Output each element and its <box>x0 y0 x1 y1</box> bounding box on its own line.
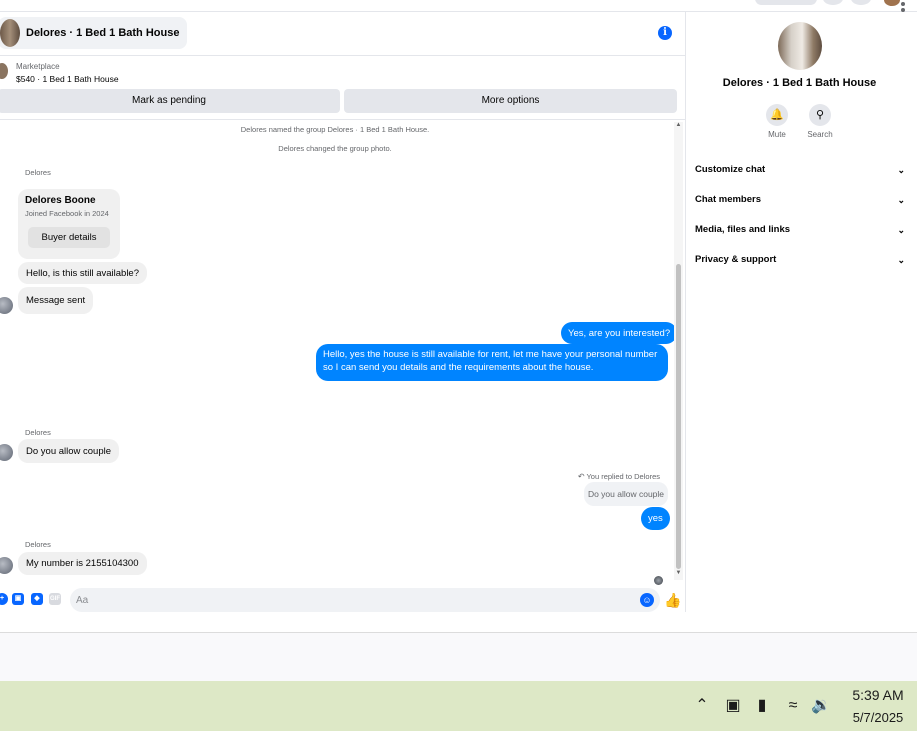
conversation-title-button[interactable]: Delores · 1 Bed 1 Bath House <box>0 17 188 49</box>
panel-title: Delores · 1 Bed 1 Bath House <box>722 77 877 89</box>
chevron-down-icon: ⌄ <box>897 255 905 265</box>
wifi-icon[interactable]: ≈ <box>782 695 804 717</box>
system-message: Delores named the group Delores · 1 Bed … <box>240 125 430 134</box>
page-footer-area <box>0 632 917 681</box>
conversation-header: Delores · 1 Bed 1 Bath House i <box>0 12 685 56</box>
clock-date[interactable]: 5/7/2025 <box>840 710 916 725</box>
sender-avatar <box>0 557 13 574</box>
search-button[interactable]: ⚲ Search <box>800 104 840 139</box>
quoted-message[interactable]: Do you allow couple <box>584 482 668 506</box>
emoji-icon[interactable]: ☺ <box>640 593 654 607</box>
header-circle-button[interactable] <box>851 0 871 5</box>
message-bubble-outgoing[interactable]: yes <box>641 507 670 530</box>
message-bubble-outgoing[interactable]: Hello, yes the house is still available … <box>316 344 668 381</box>
mute-label: Mute <box>768 130 786 139</box>
like-icon[interactable]: 👍 <box>664 592 681 608</box>
chat-info-panel: Delores · 1 Bed 1 Bath House 🔔 Mute ⚲ Se… <box>685 12 912 612</box>
more-options-button[interactable]: More options <box>344 89 677 113</box>
panel-item-label: Privacy & support <box>695 254 777 265</box>
panel-item-label: Customize chat <box>695 164 766 175</box>
group-avatar[interactable] <box>778 22 822 70</box>
sender-name: Delores <box>25 540 51 549</box>
header-circle-button[interactable] <box>823 0 843 5</box>
panel-item-label: Media, files and links <box>695 224 791 235</box>
panel-item-privacy-support[interactable]: Privacy & support ⌄ <box>695 250 905 270</box>
listing-summary: $540 · 1 Bed 1 Bath House <box>16 74 119 84</box>
sender-name: Delores <box>25 168 51 177</box>
reply-indicator: ↶ You replied to Delores <box>572 472 660 481</box>
conversation-avatar <box>0 19 20 47</box>
system-message: Delores changed the group photo. <box>278 144 392 153</box>
header-button[interactable] <box>755 0 817 5</box>
mute-button[interactable]: 🔔 Mute <box>757 104 797 139</box>
chevron-down-icon: ⌄ <box>897 195 905 205</box>
panel-item-customize-chat[interactable]: Customize chat ⌄ <box>695 160 905 180</box>
sender-avatar <box>0 444 13 461</box>
message-input[interactable] <box>76 591 636 609</box>
gif-icon[interactable]: GIF <box>49 593 61 605</box>
listing-thumbnail <box>0 63 8 79</box>
chevron-down-icon: ⌄ <box>897 165 905 175</box>
clock-time[interactable]: 5:39 AM <box>840 687 916 703</box>
show-hidden-icons-chevron-icon[interactable]: ⌃ <box>691 695 713 717</box>
buyer-card: Delores Boone Joined Facebook in 2024 Bu… <box>18 189 120 259</box>
taskbar: ⌃ ▣ ▮ ≈ 🔉 5:39 AM 5/7/2025 <box>0 681 917 731</box>
buyer-name: Delores Boone <box>25 195 96 206</box>
image-icon[interactable]: ▣ <box>12 593 24 605</box>
composer: + ▣ ◆ GIF ☺ 👍 <box>0 584 685 616</box>
meet-now-icon[interactable]: ▣ <box>722 695 744 717</box>
bell-icon: 🔔 <box>766 104 788 126</box>
sender-avatar <box>0 297 13 314</box>
marketplace-banner[interactable]: Marketplace $540 · 1 Bed 1 Bath House <box>0 57 685 87</box>
sticker-icon[interactable]: ◆ <box>31 593 43 605</box>
message-bubble-incoming[interactable]: My number is 2155104300 <box>18 552 147 575</box>
account-avatar[interactable] <box>884 0 900 6</box>
scroll-thumb[interactable] <box>676 264 681 569</box>
buyer-details-button[interactable]: Buyer details <box>28 227 110 248</box>
panel-item-label: Chat members <box>695 194 761 205</box>
message-input-box[interactable]: ☺ <box>70 588 660 612</box>
reply-arrow-icon: ↶ <box>577 472 585 481</box>
conversation-pane: Delores · 1 Bed 1 Bath House i Marketpla… <box>0 12 685 632</box>
panel-item-chat-members[interactable]: Chat members ⌄ <box>695 190 905 210</box>
mark-as-pending-button[interactable]: Mark as pending <box>0 89 340 113</box>
top-header-strip <box>0 0 917 18</box>
conversation-title: Delores · 1 Bed 1 Bath House <box>26 27 180 39</box>
chat-scrollbar[interactable]: ▲ ▼ <box>674 122 683 580</box>
message-bubble-incoming[interactable]: Hello, is this still available? <box>18 262 147 284</box>
scroll-up-arrow-icon[interactable]: ▲ <box>675 122 682 130</box>
message-bubble-outgoing[interactable]: Yes, are you interested? <box>561 322 678 344</box>
marketplace-label: Marketplace <box>16 62 60 71</box>
reply-label: You replied to Delores <box>586 472 660 481</box>
plus-icon[interactable]: + <box>0 593 8 605</box>
panel-item-media-files-links[interactable]: Media, files and links ⌄ <box>695 220 905 240</box>
search-label: Search <box>807 130 833 139</box>
message-bubble-incoming[interactable]: Message sent <box>18 287 94 314</box>
volume-icon[interactable]: 🔉 <box>810 695 832 717</box>
chevron-down-icon: ⌄ <box>897 225 905 235</box>
message-list: Delores named the group Delores · 1 Bed … <box>0 120 685 585</box>
sender-name: Delores <box>25 428 51 437</box>
message-bubble-incoming[interactable]: Do you allow couple <box>18 439 120 463</box>
search-icon: ⚲ <box>809 104 831 126</box>
scroll-down-arrow-icon[interactable]: ▼ <box>675 570 682 578</box>
info-icon[interactable]: i <box>658 26 672 40</box>
buyer-joined: Joined Facebook in 2024 <box>25 209 109 218</box>
battery-icon[interactable]: ▮ <box>751 695 773 717</box>
